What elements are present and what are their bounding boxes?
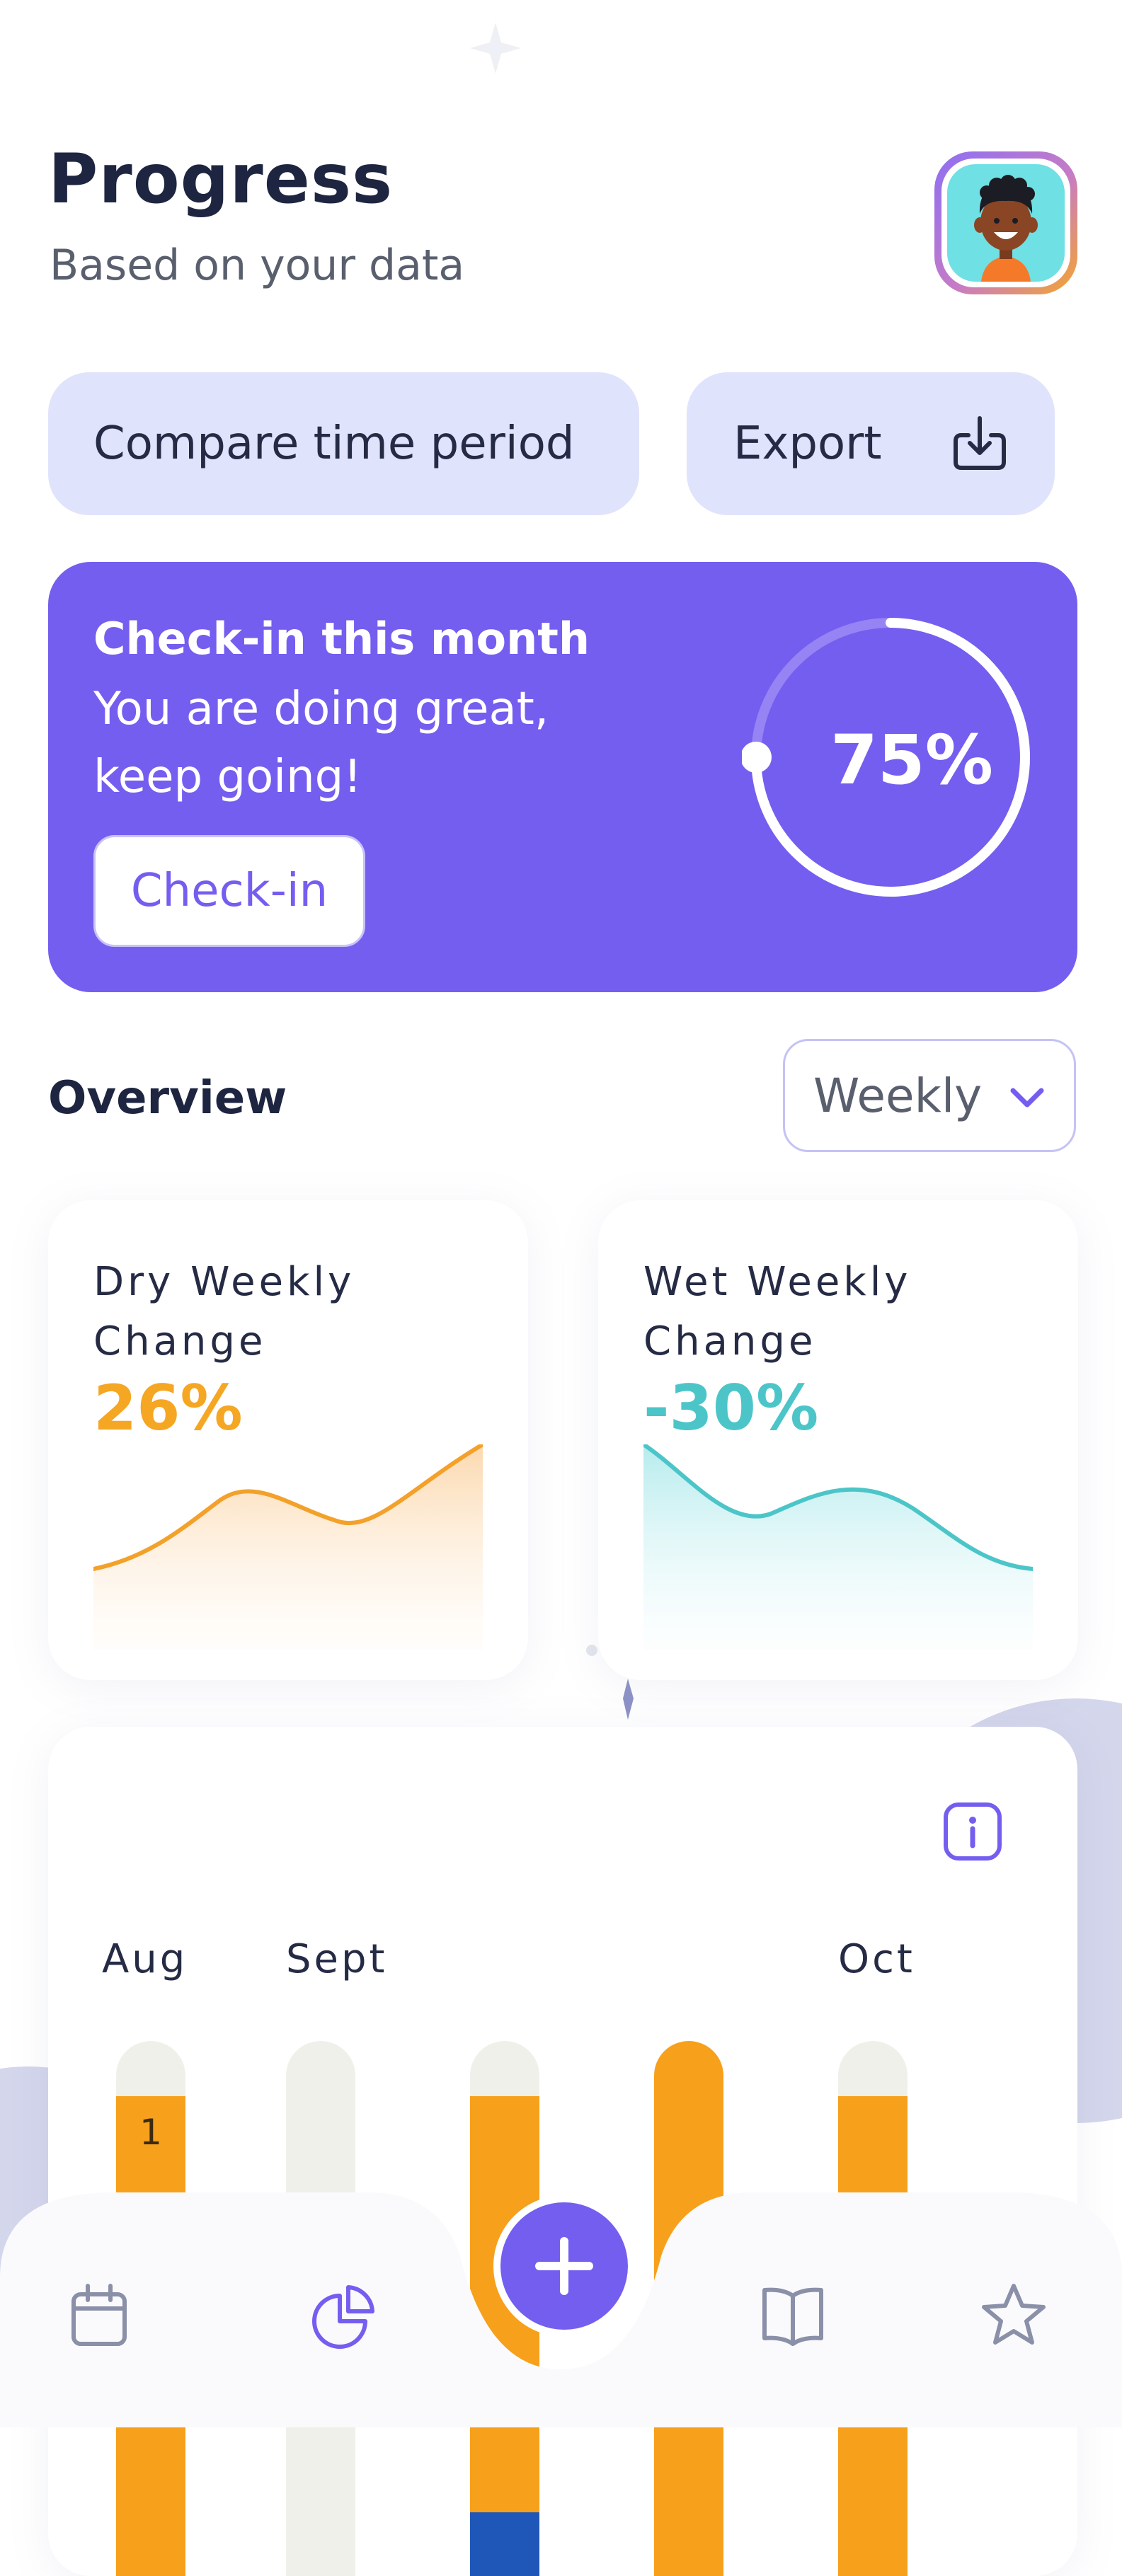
checkin-title: Check-in this month: [93, 613, 590, 665]
sparkle-decoration: [470, 23, 521, 74]
page-subtitle: Based on your data: [50, 241, 465, 290]
export-label: Export: [733, 418, 882, 470]
compare-time-period-label: Compare time period: [93, 418, 575, 470]
calendar-icon[interactable]: [64, 2280, 134, 2351]
wet-weekly-change-value: -30%: [643, 1372, 819, 1444]
avatar-image: [947, 164, 1065, 282]
month-label-sept: Sept: [286, 1936, 388, 1982]
dry-weekly-change-label: Dry Weekly Change: [93, 1259, 355, 1364]
month-label-oct: Oct: [838, 1936, 915, 1982]
export-button[interactable]: Export: [687, 372, 1055, 515]
wet-weekly-change-card[interactable]: Wet Weekly Change -30%: [598, 1200, 1078, 1680]
dry-weekly-change-card[interactable]: Dry Weekly Change 26%: [48, 1200, 528, 1680]
avatar[interactable]: [934, 151, 1077, 294]
dry-weekly-change-value: 26%: [93, 1372, 243, 1444]
period-select-value: Weekly: [813, 1068, 983, 1123]
star-icon[interactable]: [978, 2280, 1049, 2351]
checkin-message: You are doing great, keep going!: [93, 683, 549, 803]
chevron-down-icon: [1010, 1088, 1044, 1108]
history-bar-label: 1: [139, 2112, 162, 2153]
month-label-aug: Aug: [102, 1936, 188, 1982]
book-icon[interactable]: [757, 2280, 828, 2351]
page-title: Progress: [48, 139, 394, 219]
history-chart-card: Aug Sept Oct 1: [48, 1727, 1077, 2576]
checkin-card: Check-in this month You are doing great,…: [48, 562, 1077, 992]
checkin-progress-value: 75%: [830, 720, 993, 800]
info-icon[interactable]: [943, 1802, 1002, 1861]
download-icon: [954, 416, 1006, 470]
compare-time-period-button[interactable]: Compare time period: [48, 372, 639, 515]
overview-title: Overview: [48, 1072, 287, 1125]
checkin-button[interactable]: Check-in: [93, 835, 365, 947]
pie-chart-icon[interactable]: [309, 2280, 379, 2351]
wet-trend-sparkline: [643, 1444, 1033, 1650]
wet-weekly-change-label: Wet Weekly Change: [643, 1259, 912, 1364]
period-select[interactable]: Weekly: [783, 1039, 1076, 1152]
add-button[interactable]: [493, 2195, 635, 2337]
dry-trend-sparkline: [93, 1444, 483, 1650]
add-icon: [535, 2237, 593, 2295]
